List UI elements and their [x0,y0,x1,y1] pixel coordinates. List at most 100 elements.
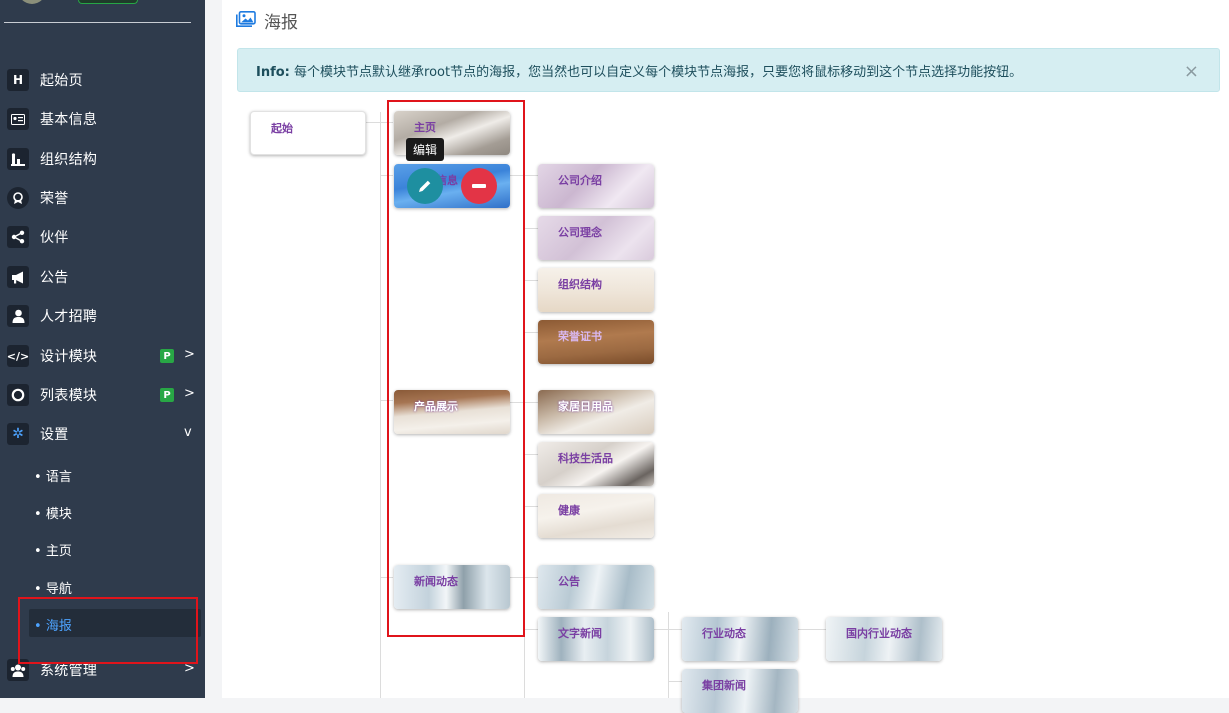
sidebar-item-honor[interactable]: 荣誉 [0,180,205,216]
tree-connector [524,228,538,229]
sidebar-item-org[interactable]: 组织结构 [0,141,205,177]
chess-icon [7,148,29,170]
sidebar-item-basic-info[interactable]: 基本信息 [0,101,205,137]
image-icon [236,10,256,31]
sidebar-sub-poster[interactable]: • 海报 [34,615,72,634]
sidebar-item-label: 列表模块 [40,388,98,404]
bullhorn-icon [7,266,29,288]
sidebar-item-partner[interactable]: 伙伴 [0,219,205,255]
page-title: 海报 [264,13,298,33]
sidebar-item-label: 公告 [40,270,69,286]
node-label: 国内行业动态 [846,627,912,640]
plugin-badge: P [160,349,174,363]
tree-connector [380,400,393,401]
sidebar-item-label: 荣誉 [40,191,69,207]
node-label: 集团新闻 [702,679,746,692]
minus-icon [472,184,486,188]
node-label: 家居日用品 [558,400,613,413]
node-label: 文字新闻 [558,627,602,640]
tree-connector [524,454,538,455]
node-label: 公司介绍 [558,174,602,187]
node-label: 行业动态 [702,627,746,640]
info-text: Info: 每个模块节点默认继承root节点的海报，您当然也可以自定义每个模块节… [256,61,1022,80]
node-label: 公司理念 [558,226,602,239]
chevron-right-icon: > [184,347,195,362]
tree-node-group-news[interactable]: 集团新闻 [682,669,798,713]
sidebar: H 起始页 基本信息 组织结构 荣誉 伙伴 公告 人才招聘 </> 设计模块 P… [0,0,205,698]
sidebar-item-label: 系统管理 [40,663,98,679]
info-prefix: Info: [256,64,290,80]
tree-connector [365,122,393,123]
tree-node-root[interactable]: 起始 [250,111,366,155]
home-h-icon: H [7,69,29,91]
sidebar-sub-homepage[interactable]: • 主页 [34,540,72,559]
delete-button[interactable] [461,168,497,204]
node-label: 主页 [414,121,436,134]
sub-label: 海报 [45,619,72,634]
tree-connector [510,175,538,176]
sidebar-item-notice[interactable]: 公告 [0,259,205,295]
tree-node-tech-life[interactable]: 科技生活品 [538,442,654,486]
sidebar-item-system[interactable]: 系统管理 > [0,652,205,688]
sidebar-divider [4,22,191,23]
tree-node-news[interactable]: 新闻动态 [394,565,510,609]
sidebar-item-list-module[interactable]: 列表模块 P > [0,377,205,413]
tree-node-announcement[interactable]: 公告 [538,565,654,609]
tree-connector [380,175,393,176]
tree-node-domestic-industry[interactable]: 国内行业动态 [826,617,942,661]
sidebar-item-design-module[interactable]: </> 设计模块 P > [0,338,205,374]
node-label: 产品展示 [414,400,458,413]
tree-node-text-news[interactable]: 文字新闻 [538,617,654,661]
tree-connector [380,577,393,578]
sidebar-item-settings[interactable]: ✲ 设置 v [0,416,205,452]
tree-connector [380,112,381,698]
tree-node-company-intro[interactable]: 公司介绍 [538,164,654,208]
chevron-down-icon: v [184,425,192,440]
sidebar-item-start[interactable]: H 起始页 [0,62,205,98]
sidebar-item-label: 伙伴 [40,230,69,246]
chevron-right-icon: > [184,661,195,676]
sidebar-item-label: 设计模块 [40,349,98,365]
tree-node-household[interactable]: 家居日用品 [538,390,654,434]
tree-connector [510,577,538,578]
node-label: 起始 [271,122,293,135]
tree-node-industry[interactable]: 行业动态 [682,617,798,661]
sidebar-sub-navigation[interactable]: • 导航 [34,578,72,597]
tree-node-org-structure[interactable]: 组织结构 [538,268,654,312]
sidebar-sub-module[interactable]: • 模块 [34,503,72,522]
tree-connector [654,629,682,630]
sidebar-item-label: 组织结构 [40,152,98,168]
info-alert: Info: 每个模块节点默认继承root节点的海报，您当然也可以自定义每个模块节… [237,48,1220,92]
award-icon [7,187,29,209]
tree-node-company-idea[interactable]: 公司理念 [538,216,654,260]
tree-node-health[interactable]: 健康 [538,494,654,538]
sub-label: 模块 [45,507,72,522]
sub-label: 语言 [45,470,72,485]
node-label: 新闻动态 [414,575,458,588]
sidebar-item-recruit[interactable]: 人才招聘 [0,298,205,334]
edit-button[interactable] [407,168,443,204]
node-label: 科技生活品 [558,452,613,465]
id-card-icon [7,108,29,130]
info-message: 每个模块节点默认继承root节点的海报，您当然也可以自定义每个模块节点海报，只要… [289,64,1023,80]
sub-label: 主页 [45,544,72,559]
tree-connector [524,280,538,281]
circle-icon [7,384,29,406]
tree-node-honor-cert[interactable]: 荣誉证书 [538,320,654,364]
sidebar-item-label: 人才招聘 [40,309,98,325]
sidebar-sub-language[interactable]: • 语言 [34,466,72,485]
share-icon [7,226,29,248]
sidebar-item-label: 起始页 [40,73,83,89]
avatar[interactable] [18,0,46,4]
edit-tooltip: 编辑 [406,138,445,161]
close-icon[interactable]: × [1184,61,1199,82]
page-header: 海报 [236,8,298,33]
tree-connector [668,681,682,682]
tree-connector [510,402,538,403]
tree-node-products[interactable]: 产品展示 [394,390,510,434]
sub-label: 导航 [45,582,72,597]
node-label: 组织结构 [558,278,602,291]
tree-connector [524,629,538,630]
node-label: 荣誉证书 [558,330,602,343]
tree-connector [524,506,538,507]
